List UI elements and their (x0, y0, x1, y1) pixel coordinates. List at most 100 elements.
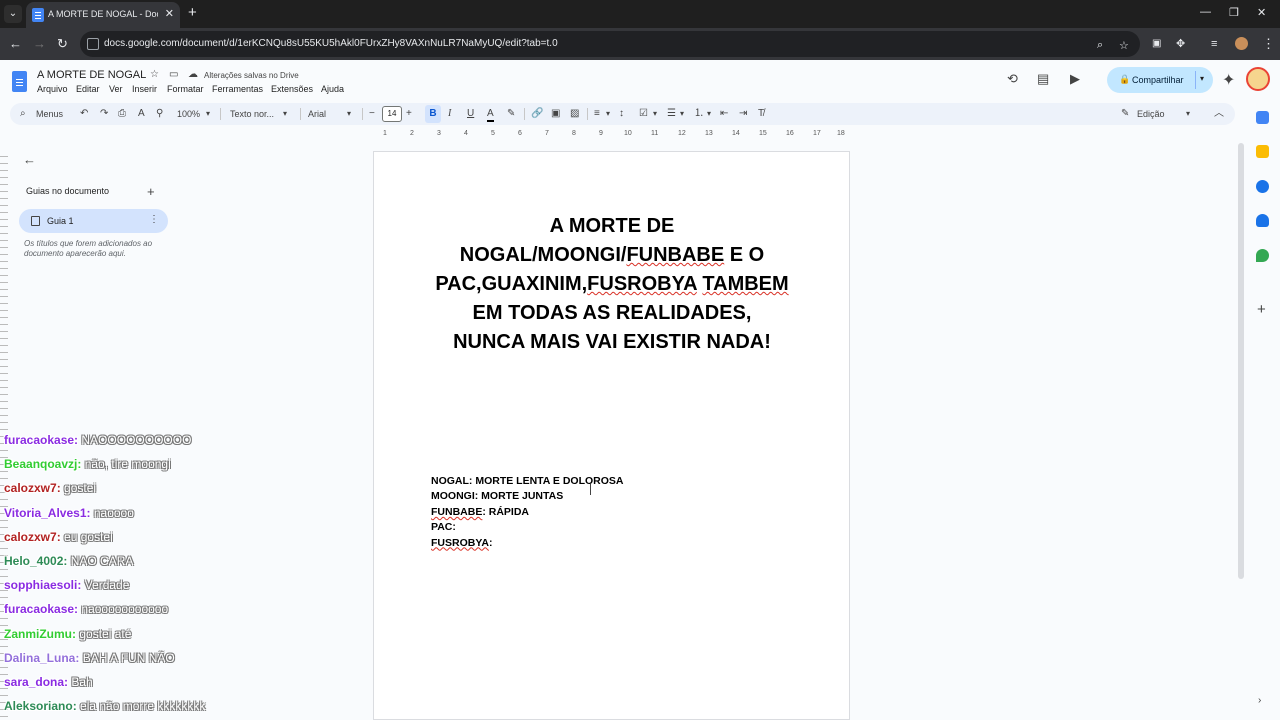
account-avatar[interactable] (1246, 67, 1270, 91)
document-heading[interactable]: A MORTE DE NOGAL/MOONGI/FUNBABE E O PAC,… (434, 212, 790, 357)
style-select[interactable]: Texto nor... (230, 108, 274, 120)
mode-chevron-icon[interactable]: ▾ (1186, 108, 1190, 120)
more-options-icon[interactable]: ⋮ (149, 214, 159, 225)
site-info-icon[interactable] (87, 38, 99, 50)
bullet-chevron-icon[interactable]: ▾ (680, 108, 684, 120)
editing-mode-select[interactable]: Edição (1137, 108, 1165, 120)
bookmark-star-icon[interactable]: ☆ (1119, 39, 1129, 52)
horizontal-ruler[interactable]: 1 2 3 4 5 6 7 8 9 10 11 12 13 14 15 16 1… (373, 128, 850, 142)
tab-search-button[interactable]: ⌄ (4, 5, 22, 23)
add-addon-icon[interactable]: + (1257, 301, 1266, 318)
decrease-indent-icon[interactable]: ⇤ (720, 108, 728, 120)
expand-panel-icon[interactable]: › (1258, 695, 1261, 706)
paint-format-icon[interactable]: ⚲ (156, 108, 163, 120)
outline-tab-label: Guia 1 (47, 216, 74, 226)
version-history-icon[interactable]: ⟲ (1007, 71, 1018, 87)
reload-icon[interactable]: ↻ (57, 36, 68, 52)
comments-icon[interactable]: ▤ (1037, 71, 1049, 87)
move-folder-icon[interactable]: ▭ (169, 69, 178, 80)
share-button[interactable]: 🔒 Compartilhar ▾ (1107, 67, 1213, 93)
chat-message: ZanmiZumu: gostei até (4, 626, 264, 650)
print-icon[interactable]: ⎙ (118, 108, 126, 120)
font-size-input[interactable]: 14 (382, 106, 402, 122)
zoom-chevron-icon[interactable]: ▾ (206, 108, 210, 120)
document-title[interactable]: A MORTE DE NOGAL (37, 69, 146, 81)
meet-icon[interactable]: ▶ (1070, 71, 1080, 87)
document-list[interactable]: NOGAL: MORTE LENTA E DOLOROSA MOONGI: MO… (431, 474, 624, 551)
reading-list-icon[interactable]: ≡ (1211, 36, 1217, 52)
docs-logo-icon[interactable] (12, 71, 27, 92)
tasks-icon[interactable] (1256, 180, 1269, 193)
search-menus-label[interactable]: Menus (36, 108, 63, 120)
undo-icon[interactable]: ↶ (80, 108, 88, 120)
maps-icon[interactable] (1256, 249, 1269, 262)
ruler-number: 10 (624, 130, 632, 137)
menu-ferramentas[interactable]: Ferramentas (212, 84, 263, 94)
add-comment-icon[interactable]: ▣ (551, 108, 560, 120)
align-icon[interactable]: ≡ (594, 108, 600, 120)
profile-avatar[interactable] (1235, 37, 1248, 50)
increase-indent-icon[interactable]: ⇥ (739, 108, 747, 120)
spellcheck-icon[interactable]: A (138, 108, 145, 120)
menu-ver[interactable]: Ver (109, 84, 123, 94)
document-scrollbar[interactable] (1238, 143, 1244, 579)
collapse-toolbar-icon[interactable]: ︿ (1214, 108, 1224, 120)
zoom-icon[interactable]: ⌕ (1097, 39, 1103, 52)
extension-icon[interactable]: ▣ (1152, 36, 1161, 52)
number-chevron-icon[interactable]: ▾ (707, 108, 711, 120)
side-panel: + › (1248, 103, 1280, 720)
link-icon[interactable]: 🔗 (531, 108, 543, 120)
menu-editar[interactable]: Editar (76, 84, 100, 94)
restore-icon[interactable]: ❐ (1229, 6, 1239, 19)
window-close-icon[interactable]: ✕ (1257, 6, 1266, 19)
url-text[interactable]: docs.google.com/document/d/1erKCNQu8sU55… (104, 38, 558, 49)
bulleted-list-icon[interactable]: ☰ (667, 108, 676, 120)
minimize-icon[interactable]: — (1200, 6, 1211, 18)
search-menus-icon[interactable]: ⌕ (20, 108, 26, 120)
font-chevron-icon[interactable]: ▾ (347, 108, 351, 120)
document-page[interactable]: A MORTE DE NOGAL/MOONGI/FUNBABE E O PAC,… (373, 151, 850, 720)
address-bar[interactable]: docs.google.com/document/d/1erKCNQu8sU55… (80, 31, 1140, 57)
back-icon[interactable]: ← (9, 36, 22, 52)
chevron-down-icon[interactable]: ▾ (1200, 74, 1204, 83)
zoom-select[interactable]: 100% (177, 108, 200, 120)
menu-ajuda[interactable]: Ajuda (321, 84, 344, 94)
numbered-list-icon[interactable]: ⒈ (694, 108, 704, 120)
font-select[interactable]: Arial (308, 108, 326, 120)
star-icon[interactable]: ☆ (150, 69, 159, 80)
browser-tab-active[interactable]: A MORTE DE NOGAL - Documentos ✕ (26, 2, 180, 28)
bold-button[interactable]: B (425, 105, 441, 123)
increase-font-icon[interactable]: + (406, 108, 412, 120)
menu-extensoes[interactable]: Extensões (271, 84, 313, 94)
insert-image-icon[interactable]: ▨ (570, 108, 579, 120)
extensions-puzzle-icon[interactable]: ✥ (1176, 36, 1185, 52)
align-chevron-icon[interactable]: ▾ (606, 108, 610, 120)
gemini-sparkle-icon[interactable]: ✦ (1222, 70, 1235, 90)
chat-username: calozxw7: (4, 529, 61, 544)
style-chevron-icon[interactable]: ▾ (283, 108, 287, 120)
keep-icon[interactable] (1256, 145, 1269, 158)
browser-menu-icon[interactable]: ⋮ (1262, 36, 1275, 52)
menu-formatar[interactable]: Formatar (167, 84, 204, 94)
checklist-icon[interactable]: ☑ (639, 108, 648, 120)
menu-arquivo[interactable]: Arquivo (37, 84, 68, 94)
italic-button[interactable]: I (448, 108, 451, 120)
text-color-button[interactable]: A (487, 108, 494, 122)
forward-icon[interactable]: → (33, 36, 46, 52)
contacts-icon[interactable] (1256, 214, 1269, 227)
add-tab-icon[interactable]: + (147, 184, 155, 199)
close-outline-icon[interactable]: ← (23, 152, 36, 167)
line-spacing-icon[interactable]: ↕ (619, 108, 624, 120)
calendar-icon[interactable] (1256, 111, 1269, 124)
underline-button[interactable]: U (467, 108, 474, 120)
menu-inserir[interactable]: Inserir (132, 84, 157, 94)
checklist-chevron-icon[interactable]: ▾ (653, 108, 657, 120)
new-tab-icon[interactable]: + (188, 5, 197, 21)
highlight-icon[interactable]: ✎ (507, 108, 515, 120)
redo-icon[interactable]: ↷ (100, 108, 108, 120)
decrease-font-icon[interactable]: − (369, 108, 375, 120)
save-status: Alterações salvas no Drive (204, 71, 299, 80)
clear-formatting-icon[interactable]: T̸ (758, 108, 764, 120)
tab-close-icon[interactable]: ✕ (165, 7, 174, 20)
outline-tab-item[interactable]: Guia 1 ⋮ (19, 209, 168, 233)
